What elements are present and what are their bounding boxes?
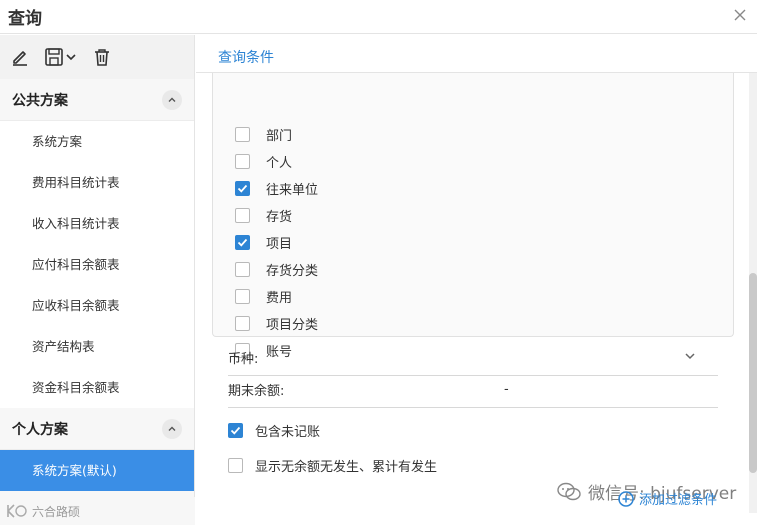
checkmark-icon [237, 184, 248, 193]
close-icon[interactable] [729, 4, 751, 26]
scheme-item[interactable]: 资产结构表 [0, 326, 194, 367]
scrollbar-thumb[interactable] [749, 273, 757, 473]
scheme-item[interactable]: 资金科目余额表 [0, 367, 194, 408]
checkbox-label: 个人 [266, 155, 293, 171]
scheme-item[interactable]: 应付科目余额表 [0, 244, 194, 285]
group-public-schemes[interactable]: 公共方案 [0, 79, 194, 121]
checkbox[interactable] [235, 315, 250, 331]
checkbox-row[interactable]: 往来单位 [235, 178, 318, 198]
checkbox-checked[interactable] [235, 180, 250, 196]
checkbox-label: 往来单位 [266, 182, 319, 198]
checkbox-row[interactable]: 费用 [235, 286, 292, 306]
scheme-item[interactable]: 应收科目余额表 [0, 285, 194, 326]
currency-label: 币种: [228, 352, 259, 367]
dialog-title: 查询 [8, 9, 42, 29]
dialog-titlebar: 查询 [0, 0, 757, 34]
checkbox-row[interactable]: 个人 [235, 151, 292, 171]
checkbox[interactable] [235, 153, 250, 169]
checkbox-checked[interactable] [235, 234, 250, 250]
footer-watermark: 六合路硕 [32, 504, 81, 519]
checkbox-label: 包含未记账 [255, 424, 321, 440]
show-no-balance-option[interactable]: 显示无余额无发生、累计有发生 [228, 455, 437, 475]
chevron-down-icon[interactable] [684, 350, 696, 366]
scheme-item[interactable]: 费用科目统计表 [0, 162, 194, 203]
checkbox-row[interactable]: 存货分类 [235, 259, 318, 279]
chevron-up-icon[interactable] [162, 418, 182, 439]
section-title: 查询条件 [218, 50, 274, 66]
add-filter-button[interactable]: 添加过滤条件 [618, 489, 717, 508]
checkbox-row[interactable]: 存货 [235, 205, 292, 225]
sidebar-footer: 六合路硕 [0, 497, 195, 525]
scrollbar[interactable] [749, 73, 757, 513]
ending-balance-value: - [504, 382, 509, 397]
edit-icon[interactable] [10, 45, 30, 69]
plus-circle-icon [618, 490, 634, 507]
checkbox-label: 显示无余额无发生、累计有发生 [255, 459, 438, 475]
currency-select[interactable]: 币种: [228, 340, 718, 376]
checkbox-row[interactable]: 项目分类 [235, 313, 318, 333]
checkbox[interactable] [228, 457, 243, 473]
checkbox-row[interactable]: 项目 [235, 232, 292, 252]
scheme-sidebar: 公共方案 系统方案 费用科目统计表 收入科目统计表 应付科目余额表 应收科目余额… [0, 35, 195, 525]
checkbox-label: 存货分类 [266, 263, 319, 279]
group-personal-schemes[interactable]: 个人方案 [0, 408, 194, 450]
checkbox-label: 部门 [266, 128, 293, 144]
save-dropdown-icon[interactable] [44, 45, 78, 69]
group-label: 个人方案 [12, 421, 68, 438]
dimension-checklist: 部门 个人 往来单位 存货 项目 存货分类 费用 项目分类 账号 [212, 73, 734, 360]
wechat-icon [557, 482, 581, 500]
checkbox[interactable] [235, 207, 250, 223]
personal-scheme-list: 系统方案(默认) [0, 450, 194, 491]
checkbox-label: 项目分类 [266, 317, 319, 333]
checkbox-label: 费用 [266, 290, 293, 306]
checkbox-label: 存货 [266, 209, 293, 225]
scheme-item[interactable]: 系统方案 [0, 121, 194, 162]
scheme-toolbar [0, 35, 194, 79]
checkbox[interactable] [235, 261, 250, 277]
ending-balance-field[interactable]: 期末余额: - [228, 372, 718, 408]
scheme-item-active[interactable]: 系统方案(默认) [0, 450, 194, 491]
group-label: 公共方案 [12, 92, 68, 109]
public-scheme-list: 系统方案 费用科目统计表 收入科目统计表 应付科目余额表 应收科目余额表 资产结… [0, 121, 194, 408]
add-filter-label: 添加过滤条件 [639, 493, 718, 508]
scheme-item[interactable]: 收入科目统计表 [0, 203, 194, 244]
include-unposted-option[interactable]: 包含未记账 [228, 420, 320, 440]
checkbox-checked[interactable] [228, 422, 243, 438]
checkmark-icon [230, 426, 241, 435]
checkbox-label: 项目 [266, 236, 293, 252]
trash-icon[interactable] [92, 45, 112, 69]
logo-icon [7, 504, 27, 518]
checkbox[interactable] [235, 288, 250, 304]
chevron-up-icon[interactable] [162, 89, 182, 110]
checkbox-row[interactable]: 部门 [235, 124, 292, 144]
query-conditions-panel: 查询条件 部门 个人 往来单位 存货 项目 存货分类 费用 项目分类 账号 币种… [196, 35, 757, 525]
checkmark-icon [237, 238, 248, 247]
checkbox[interactable] [235, 126, 250, 142]
ending-balance-label: 期末余额: [228, 384, 285, 399]
